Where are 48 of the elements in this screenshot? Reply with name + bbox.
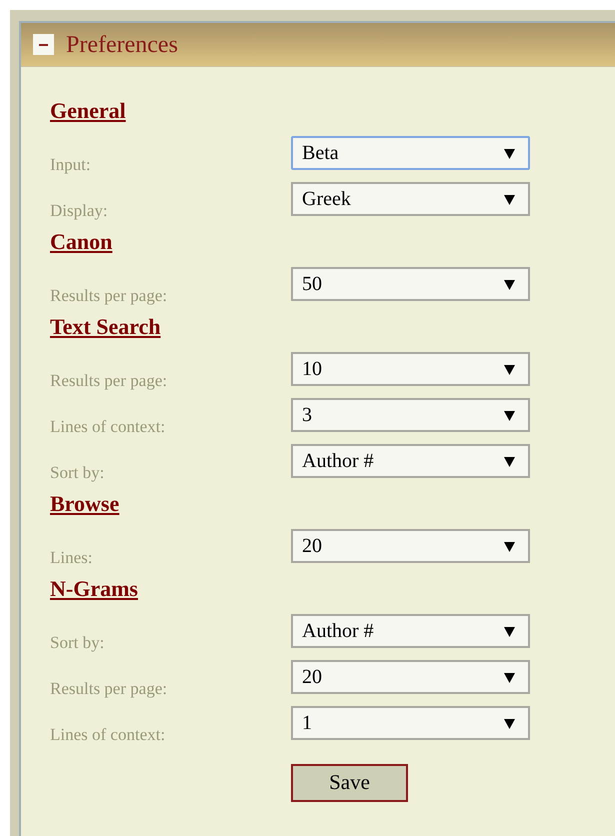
panel-title: Preferences xyxy=(66,30,178,60)
field-label: Results per page: xyxy=(50,371,168,391)
select-value: Beta xyxy=(302,141,339,166)
save-button[interactable]: Save xyxy=(291,764,408,802)
dropdown-arrow-icon xyxy=(504,278,515,290)
dropdown-arrow-icon xyxy=(504,672,515,682)
section-heading[interactable]: Text Search xyxy=(50,313,161,340)
dropdown-arrow-icon xyxy=(504,194,515,204)
field-label: Input: xyxy=(50,155,92,175)
dropdown-arrow-icon xyxy=(504,718,515,728)
field-label: Results per page: xyxy=(50,679,168,699)
select-dropdown[interactable]: 20 xyxy=(291,660,530,694)
field-label: Lines: xyxy=(50,548,94,568)
select-dropdown[interactable]: Author # xyxy=(291,444,530,478)
select-dropdown[interactable]: 10 xyxy=(291,352,530,386)
select-dropdown[interactable]: 3 xyxy=(291,398,530,432)
select-value: 10 xyxy=(302,357,322,382)
select-dropdown[interactable]: Greek xyxy=(291,182,530,216)
field-label: Sort by: xyxy=(50,463,106,483)
select-value: 3 xyxy=(302,403,312,428)
dropdown-arrow-icon xyxy=(504,410,515,420)
collapse-button[interactable] xyxy=(33,34,54,55)
select-dropdown[interactable]: Author # xyxy=(291,614,530,648)
select-value: 20 xyxy=(302,534,322,559)
select-value: 20 xyxy=(302,665,322,690)
section-heading[interactable]: General xyxy=(50,97,126,124)
select-value: Author # xyxy=(302,449,374,474)
field-label: Lines of context: xyxy=(50,417,166,437)
dropdown-arrow-icon xyxy=(504,626,515,636)
select-dropdown[interactable]: 1 xyxy=(291,706,530,740)
dropdown-arrow-icon xyxy=(504,540,515,552)
section-heading[interactable]: N-Grams xyxy=(50,575,138,602)
field-label: Lines of context: xyxy=(50,725,166,745)
select-value: 50 xyxy=(302,272,322,297)
section-heading[interactable]: Browse xyxy=(50,490,120,517)
select-value: 1 xyxy=(302,711,312,736)
dropdown-arrow-icon xyxy=(504,148,515,158)
select-dropdown[interactable]: 20 xyxy=(291,529,530,563)
select-dropdown[interactable]: Beta xyxy=(291,136,530,170)
select-dropdown[interactable]: 50 xyxy=(291,267,530,301)
select-value: Greek xyxy=(302,187,351,212)
section-heading[interactable]: Canon xyxy=(50,228,112,255)
dropdown-arrow-icon xyxy=(504,364,515,374)
field-label: Display: xyxy=(50,201,109,221)
select-value: Author # xyxy=(302,619,374,644)
field-label: Sort by: xyxy=(50,633,106,653)
dropdown-arrow-icon xyxy=(504,456,515,466)
field-label: Results per page: xyxy=(50,286,168,306)
